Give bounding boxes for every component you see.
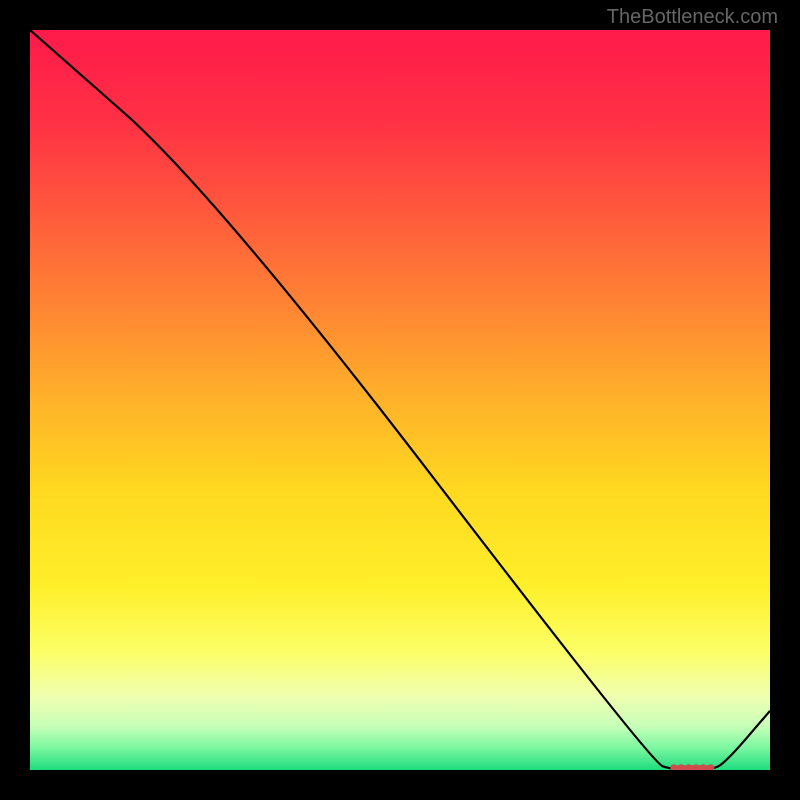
- optimal-markers: [670, 764, 714, 770]
- marker-dot: [707, 764, 714, 770]
- curve-layer: [30, 30, 770, 770]
- chart-container: TheBottleneck.com: [0, 0, 800, 800]
- plot-area: [30, 30, 770, 770]
- bottleneck-curve: [30, 30, 770, 770]
- watermark-text: TheBottleneck.com: [607, 6, 778, 29]
